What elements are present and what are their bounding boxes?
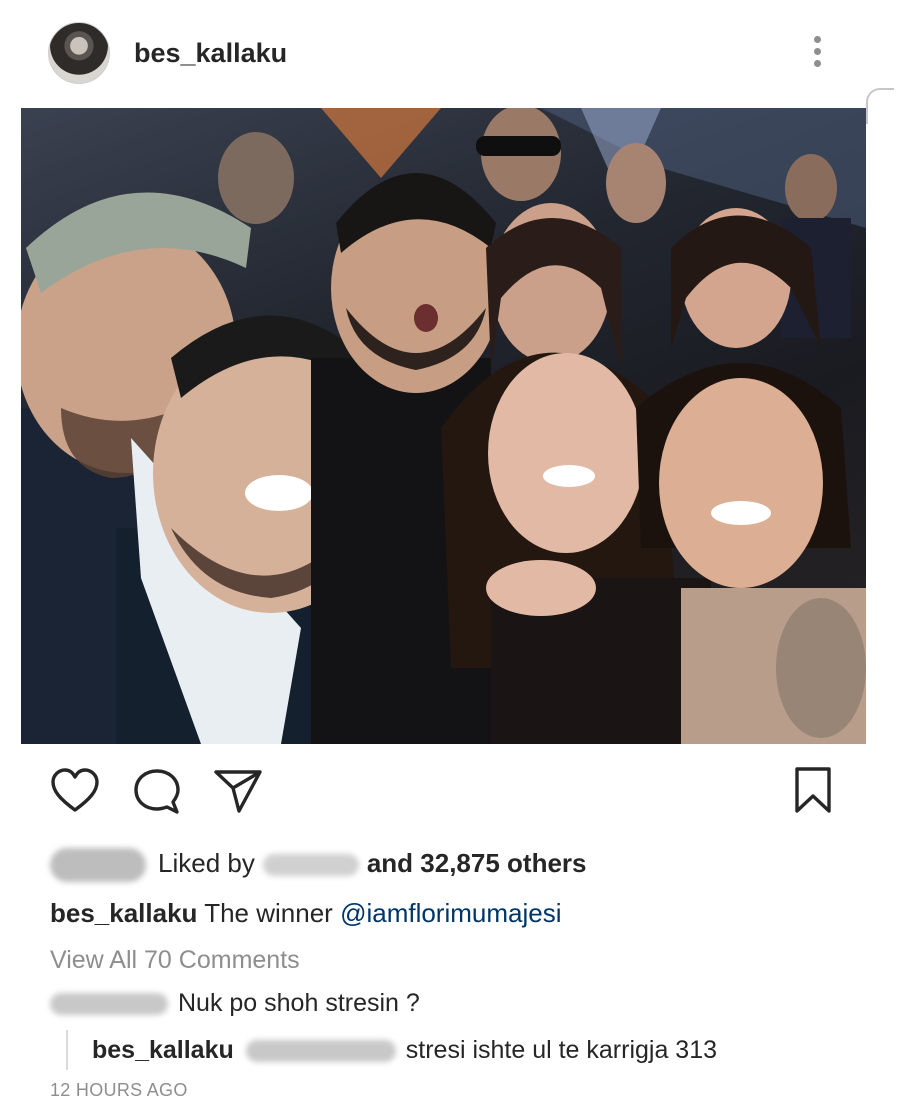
reply-text: stresi ishte ul te karrigja 313 [405,1036,718,1064]
comment-bubble-icon[interactable] [133,768,181,816]
view-all-comments-link[interactable]: View All 70 Comments [50,940,300,980]
paper-plane-icon[interactable] [213,768,263,814]
group-selfie-image [21,108,866,744]
screen-edge-divider [866,88,894,124]
post-actions [0,760,900,820]
post-username[interactable]: bes_kallaku [134,38,287,69]
post-header: bes_kallaku [0,0,900,124]
comment-reply: bes_kallaku stresi ishte ul te karrigja 3… [66,1030,717,1070]
likes-summary[interactable]: Liked by and 32,875 others [50,843,587,883]
commenter-name-blurred [50,993,168,1016]
liker-name-blurred [262,854,359,877]
liker-avatars-blurred [50,848,146,883]
post-timestamp: 12 HOURS AGO [50,1080,188,1100]
comment-item: Nuk po shoh stresin ? [50,983,420,1023]
bookmark-icon[interactable] [793,766,833,814]
caption-username[interactable]: bes_kallaku [50,898,197,928]
caption-mention-link[interactable]: @iamflorimumajesi [340,898,561,928]
reply-mention-blurred [245,1040,396,1063]
caption-text: The winner [204,898,333,928]
reply-username[interactable]: bes_kallaku [92,1036,234,1064]
comment-text: Nuk po shoh stresin ? [178,989,420,1017]
heart-icon[interactable] [50,768,100,814]
post-caption: bes_kallaku The winner @iamflorimumajesi [50,893,562,933]
post-photo[interactable] [21,108,866,744]
liked-by-label: Liked by [158,848,255,878]
more-options-icon[interactable] [806,36,828,76]
likes-count[interactable]: and 32,875 others [367,848,587,878]
profile-avatar[interactable] [48,22,110,84]
